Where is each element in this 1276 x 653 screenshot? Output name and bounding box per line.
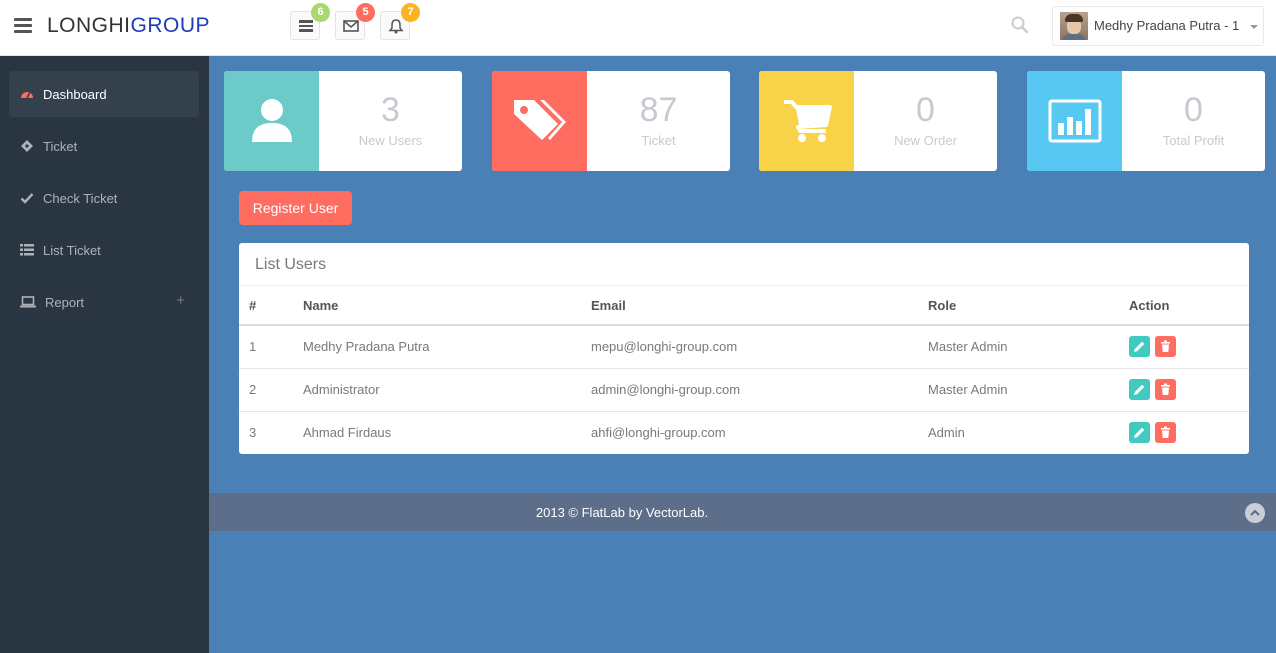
chevron-up-icon bbox=[1250, 509, 1260, 516]
envelope-icon bbox=[343, 20, 359, 32]
table-row: 2 Administrator admin@longhi-group.com M… bbox=[239, 368, 1249, 411]
sidebar-item-label: Dashboard bbox=[43, 87, 107, 102]
stat-label: Ticket bbox=[641, 133, 676, 148]
user-role-cell: Master Admin bbox=[928, 339, 1008, 354]
user-email-cell: ahfi@longhi-group.com bbox=[591, 425, 726, 440]
footer-text: 2013 © FlatLab by VectorLab. bbox=[535, 505, 709, 520]
stat-symbol bbox=[224, 71, 319, 171]
avatar bbox=[1060, 12, 1088, 40]
sidebar: Dashboard Ticket Check Ticket List Ticke… bbox=[0, 56, 209, 653]
sidebar-item-list-ticket[interactable]: List Ticket bbox=[9, 227, 199, 273]
column-header: Action bbox=[1129, 298, 1170, 313]
sidebar-item-check-ticket[interactable]: Check Ticket bbox=[9, 175, 199, 221]
sidebar-item-dashboard[interactable]: Dashboard bbox=[9, 71, 199, 117]
list-users-panel: List Users # Name Email Role Action 1 Me… bbox=[239, 243, 1249, 454]
logo-accent: GROUP bbox=[130, 14, 211, 37]
pencil-icon bbox=[1134, 384, 1145, 395]
stat-value: 0 bbox=[916, 91, 935, 129]
user-dropdown[interactable]: Medhy Pradana Putra - 1 bbox=[1052, 6, 1264, 46]
messages-badge: 5 bbox=[356, 3, 375, 22]
user-name-cell: Administrator bbox=[303, 382, 380, 397]
stat-symbol bbox=[759, 71, 854, 171]
user-name-cell: Ahmad Firdaus bbox=[303, 425, 392, 440]
stat-label: Total Profit bbox=[1162, 133, 1225, 148]
stat-label: New Users bbox=[358, 133, 423, 148]
trash-icon bbox=[1161, 426, 1170, 438]
logo[interactable]: LONGHIGROUP bbox=[47, 14, 210, 38]
tasks-button[interactable]: 6 bbox=[290, 3, 330, 40]
cart-icon bbox=[783, 100, 832, 142]
row-number: 2 bbox=[249, 382, 257, 397]
sidebar-item-report[interactable]: Report + bbox=[9, 279, 199, 325]
user-icon bbox=[251, 99, 292, 142]
delete-button[interactable] bbox=[1155, 422, 1176, 443]
tasks-icon bbox=[299, 20, 313, 32]
stat-card-total-profit: 0 Total Profit bbox=[1027, 71, 1265, 171]
delete-button[interactable] bbox=[1155, 336, 1176, 357]
laptop-icon bbox=[20, 296, 36, 308]
row-number: 3 bbox=[249, 425, 257, 440]
bar-chart-icon bbox=[1048, 99, 1101, 143]
dashboard-icon bbox=[21, 92, 33, 99]
stat-value: 0 bbox=[1184, 91, 1203, 129]
stat-card-new-users: 3 New Users bbox=[224, 71, 462, 171]
edit-button[interactable] bbox=[1129, 379, 1150, 400]
expand-icon: + bbox=[176, 292, 185, 309]
row-number: 1 bbox=[249, 339, 257, 354]
list-icon bbox=[20, 244, 34, 256]
trash-icon bbox=[1161, 340, 1170, 352]
edit-button[interactable] bbox=[1129, 336, 1150, 357]
messages-button[interactable]: 5 bbox=[335, 3, 375, 40]
pencil-icon bbox=[1134, 341, 1145, 352]
stat-card-new-order: 0 New Order bbox=[759, 71, 997, 171]
logo-main: LONGHI bbox=[47, 14, 131, 37]
panel-title: List Users bbox=[255, 256, 327, 273]
ticket-icon bbox=[21, 140, 33, 152]
bell-icon bbox=[388, 19, 404, 34]
column-header: Role bbox=[928, 298, 957, 313]
caret-down-icon bbox=[1250, 25, 1258, 29]
stat-card-ticket: 87 Ticket bbox=[492, 71, 730, 171]
delete-button[interactable] bbox=[1155, 379, 1176, 400]
user-name: Medhy Pradana Putra - 1 bbox=[1094, 18, 1240, 33]
edit-button[interactable] bbox=[1129, 422, 1150, 443]
stat-value: 87 bbox=[639, 91, 678, 129]
stat-symbol bbox=[492, 71, 587, 171]
register-user-button[interactable]: Register User bbox=[239, 191, 352, 225]
top-header: LONGHIGROUP 6 5 7 Medhy Pradana Putra - … bbox=[0, 0, 1276, 56]
search-icon[interactable] bbox=[1010, 15, 1030, 35]
sidebar-item-label: Check Ticket bbox=[43, 191, 118, 206]
user-email-cell: mepu@longhi-group.com bbox=[591, 339, 738, 354]
alerts-button[interactable]: 7 bbox=[380, 3, 420, 40]
column-header: Email bbox=[591, 298, 626, 313]
check-icon bbox=[20, 193, 34, 204]
stat-value: 3 bbox=[381, 91, 400, 129]
tasks-badge: 6 bbox=[311, 3, 330, 22]
footer: 2013 © FlatLab by VectorLab. bbox=[209, 493, 1276, 531]
column-header: Name bbox=[303, 298, 339, 313]
stat-symbol bbox=[1027, 71, 1122, 171]
tags-icon bbox=[513, 100, 566, 140]
alerts-badge: 7 bbox=[401, 3, 420, 22]
menu-toggle-icon[interactable] bbox=[14, 18, 32, 34]
user-role-cell: Master Admin bbox=[928, 382, 1008, 397]
stat-label: New Order bbox=[894, 133, 957, 148]
user-name-cell: Medhy Pradana Putra bbox=[303, 339, 430, 354]
table-row: 1 Medhy Pradana Putra mepu@longhi-group.… bbox=[239, 325, 1249, 368]
user-role-cell: Admin bbox=[928, 425, 965, 440]
table-row: 3 Ahmad Firdaus ahfi@longhi-group.com Ad… bbox=[239, 411, 1249, 454]
trash-icon bbox=[1161, 383, 1170, 395]
pencil-icon bbox=[1134, 427, 1145, 438]
user-email-cell: admin@longhi-group.com bbox=[591, 382, 741, 397]
sidebar-item-label: List Ticket bbox=[43, 243, 101, 258]
sidebar-item-label: Report bbox=[45, 295, 85, 310]
go-top-button[interactable] bbox=[1245, 503, 1265, 523]
sidebar-item-label: Ticket bbox=[43, 139, 78, 154]
column-header: # bbox=[249, 298, 257, 313]
sidebar-item-ticket[interactable]: Ticket bbox=[9, 123, 199, 169]
